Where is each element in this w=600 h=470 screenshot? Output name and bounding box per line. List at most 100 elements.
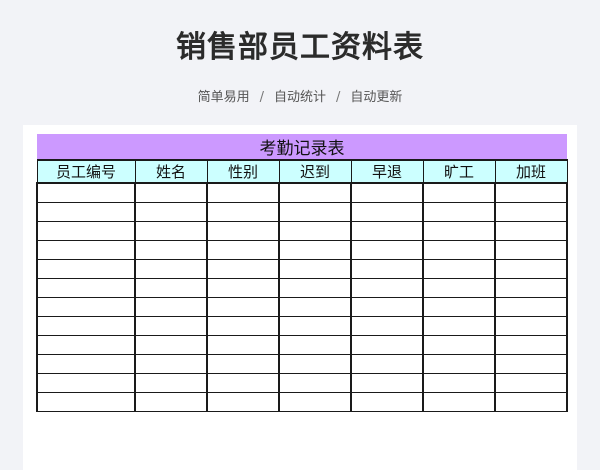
table-cell: [493, 182, 569, 203]
page-title: 销售部员工资料表: [176, 30, 424, 65]
table-cell: [350, 316, 424, 336]
table-cell: [422, 259, 496, 279]
column-header-overtime: 加班: [494, 159, 568, 184]
table-cell: [422, 373, 496, 393]
table-cell: [278, 278, 352, 298]
table-cell: [36, 373, 136, 393]
subtitle-item: 自动更新: [350, 90, 403, 105]
table-cell: [493, 259, 569, 279]
table-cell: [206, 259, 280, 279]
table-cell: [422, 335, 496, 355]
table-cell: [493, 316, 569, 336]
table-cell: [36, 354, 136, 374]
table-cell: [493, 392, 569, 412]
table-cell: [350, 297, 424, 317]
table-cell: [350, 278, 424, 298]
table-cell: [36, 259, 136, 279]
table-cell: [134, 354, 208, 374]
column-header-late: 迟到: [278, 159, 352, 184]
table-cell: [206, 182, 280, 203]
table-cell: [350, 202, 424, 222]
table-row: [36, 202, 569, 222]
table-cell: [206, 221, 280, 241]
table-cell: [422, 278, 496, 298]
table-cell: [350, 392, 424, 412]
table-body: [36, 182, 569, 412]
table-cell: [278, 240, 352, 260]
table-cell: [134, 202, 208, 222]
column-header-early-leave: 早退: [350, 159, 424, 184]
table-cell: [134, 240, 208, 260]
table-cell: [350, 221, 424, 241]
table-cell: [350, 259, 424, 279]
table-cell: [278, 373, 352, 393]
table-row: [36, 316, 569, 336]
table-cell: [422, 221, 496, 241]
table-cell: [493, 297, 569, 317]
table-cell: [134, 278, 208, 298]
table-cell: [206, 373, 280, 393]
subtitle-separator: /: [259, 90, 264, 105]
table-cell: [422, 297, 496, 317]
table-cell: [493, 373, 569, 393]
table-cell: [493, 278, 569, 298]
table-cell: [206, 240, 280, 260]
table-cell: [422, 354, 496, 374]
table-cell: [422, 202, 496, 222]
table-cell: [278, 335, 352, 355]
table-cell: [36, 182, 136, 203]
attendance-table: 考勤记录表 员工编号 姓名 性别 迟到 早退 旷工 加班: [36, 134, 569, 412]
table-row: [36, 297, 569, 317]
table-cell: [278, 221, 352, 241]
table-cell: [493, 335, 569, 355]
table-cell: [134, 297, 208, 317]
table-cell: [422, 316, 496, 336]
table-cell: [350, 335, 424, 355]
table-cell: [350, 182, 424, 203]
table-cell: [278, 354, 352, 374]
column-header-absent: 旷工: [422, 159, 496, 184]
column-header-gender: 性别: [206, 159, 280, 184]
table-cell: [36, 278, 136, 298]
spreadsheet-preview: 考勤记录表 员工编号 姓名 性别 迟到 早退 旷工 加班: [23, 125, 577, 470]
table-cell: [206, 278, 280, 298]
table-cell: [206, 297, 280, 317]
table-cell: [278, 259, 352, 279]
table-cell: [278, 182, 352, 203]
table-cell: [350, 240, 424, 260]
table-cell: [36, 221, 136, 241]
table-cell: [134, 373, 208, 393]
table-cell: [134, 316, 208, 336]
table-row: [36, 259, 569, 279]
table-cell: [278, 392, 352, 412]
table-row: [36, 335, 569, 355]
table-cell: [134, 221, 208, 241]
sheet-title: 考勤记录表: [37, 134, 568, 161]
table-cell: [134, 259, 208, 279]
table-cell: [493, 354, 569, 374]
table-row: [36, 240, 569, 260]
table-cell: [350, 373, 424, 393]
table-row: [36, 354, 569, 374]
column-header-name: 姓名: [134, 159, 208, 184]
table-cell: [422, 182, 496, 203]
table-cell: [36, 240, 136, 260]
table-cell: [36, 392, 136, 412]
table-cell: [134, 335, 208, 355]
table-cell: [206, 202, 280, 222]
table-cell: [278, 297, 352, 317]
table-cell: [350, 354, 424, 374]
subtitle: 简单易用 / 自动统计 / 自动更新: [0, 86, 600, 105]
table-cell: [493, 240, 569, 260]
subtitle-item: 自动统计: [273, 90, 326, 105]
table-cell: [206, 335, 280, 355]
table-cell: [36, 335, 136, 355]
subtitle-separator: /: [336, 90, 341, 105]
table-cell: [36, 202, 136, 222]
subtitle-item: 简单易用: [197, 90, 250, 105]
table-cell: [422, 240, 496, 260]
table-cell: [206, 392, 280, 412]
table-cell: [493, 221, 569, 241]
table-row: [36, 221, 569, 241]
table-cell: [36, 316, 136, 336]
